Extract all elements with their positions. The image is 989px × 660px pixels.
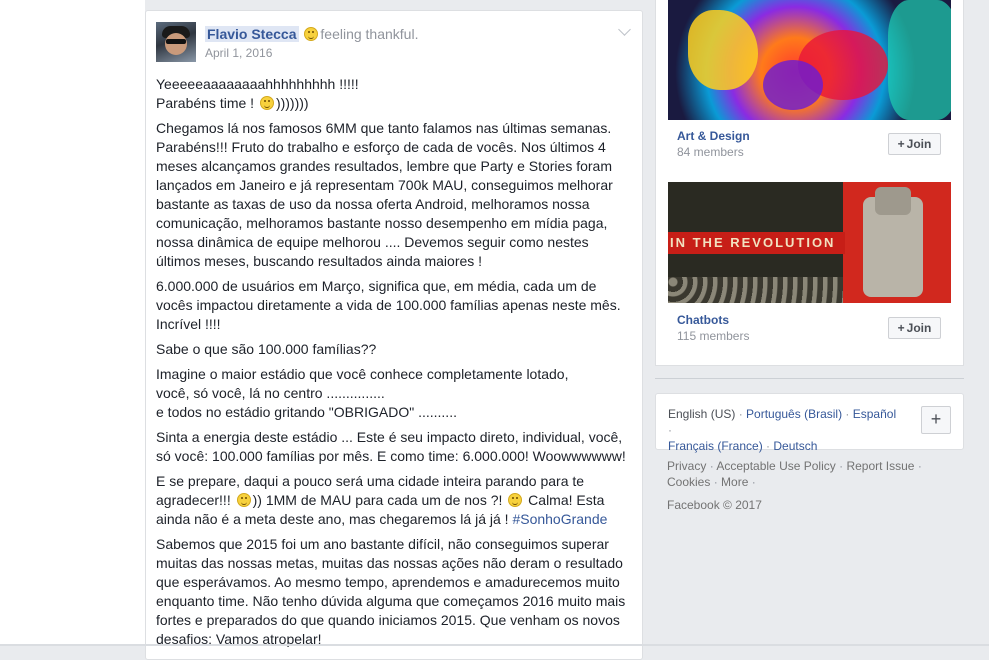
group-name-link[interactable]: Chatbots (677, 313, 729, 327)
group-cover-image[interactable]: IN THE REVOLUTION (668, 182, 951, 303)
language-link[interactable]: Português (Brasil) (746, 407, 842, 421)
post-paragraph: Imagine o maior estádio que você conhece… (156, 366, 569, 420)
language-link[interactable]: Deutsch (773, 439, 817, 453)
join-group-button[interactable]: + Join (888, 317, 941, 339)
post-paragraph: Sabe o que são 100.000 famílias?? (156, 341, 377, 357)
copyright-text: Facebook © 2017 (667, 498, 762, 512)
post-date-link[interactable]: April 1, 2016 (205, 46, 272, 60)
group-name-link[interactable]: Art & Design (677, 129, 750, 143)
plus-icon: + (897, 321, 905, 335)
group-members-count: 84 members (677, 145, 744, 159)
smiley-emoji-icon (236, 493, 251, 507)
post-paragraph: Sinta a energia deste estádio ... Este é… (156, 429, 626, 464)
plus-icon: + (897, 137, 905, 151)
footer-link-report[interactable]: Report Issue (846, 459, 914, 473)
group-cover-image[interactable] (668, 0, 951, 120)
footer-link-more[interactable]: More (721, 475, 748, 489)
footer-link-privacy[interactable]: Privacy (667, 459, 706, 473)
divider (655, 378, 964, 379)
post-paragraph: Yeeeeeaaaaaaaahhhhhhhhh !!!!! Parabéns ti… (156, 76, 359, 111)
post-paragraph: Chegamos lá nos famosos 6MM que tanto fa… (156, 120, 613, 269)
smiley-emoji-icon (259, 96, 274, 110)
banner-text: IN THE REVOLUTION (668, 232, 845, 254)
feed-gap (145, 0, 643, 10)
page-gutter (0, 0, 145, 646)
smiley-emoji-icon (508, 493, 523, 507)
footer-link-cookies[interactable]: Cookies (667, 475, 710, 489)
post-header: Flavio Stecca feeling thankful. (205, 26, 418, 42)
post-paragraph: 6.000.000 de usuários em Março, signific… (156, 278, 621, 332)
footer-link-aup[interactable]: Acceptable Use Policy (716, 459, 835, 473)
language-link[interactable]: Español (853, 407, 896, 421)
smiley-emoji-icon (304, 27, 319, 41)
current-language: English (US) (668, 407, 736, 421)
post-paragraph: Sabemos que 2015 foi um ano bastante dif… (156, 536, 626, 647)
language-card: English (US) · Português (Brasil) · Espa… (655, 393, 964, 453)
post-body: Yeeeeeaaaaaaaahhhhhhhhh !!!!! Parabéns ti… (156, 75, 636, 655)
author-name-link[interactable]: Flavio Stecca (205, 26, 299, 42)
author-avatar[interactable] (156, 22, 196, 62)
post-paragraph: E se prepare, daqui a pouco será uma cid… (156, 473, 608, 527)
feeling-text: feeling thankful. (320, 26, 419, 42)
group-members-count: 115 members (677, 329, 750, 343)
join-group-button[interactable]: + Join (888, 133, 941, 155)
chevron-down-icon[interactable] (618, 23, 631, 36)
language-link[interactable]: Français (France) (668, 439, 763, 453)
footer-links: Privacy · Acceptable Use Policy · Report… (667, 459, 922, 489)
feed-post: Flavio Stecca feeling thankful. April 1,… (145, 10, 643, 660)
add-language-button[interactable]: + (921, 406, 951, 434)
hashtag-link[interactable]: #SonhoGrande (512, 511, 607, 527)
language-list: English (US) · Português (Brasil) · Espa… (668, 407, 897, 453)
